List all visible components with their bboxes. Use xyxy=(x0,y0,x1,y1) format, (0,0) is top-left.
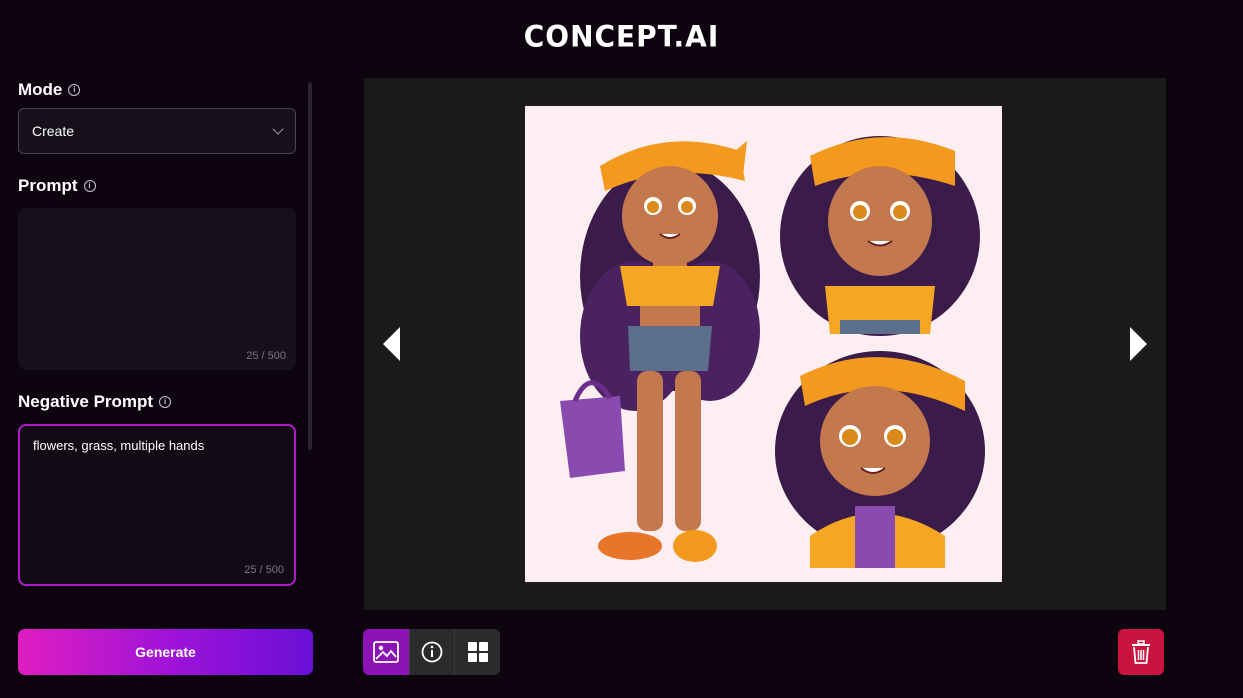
image-viewer xyxy=(364,78,1166,610)
mode-info-icon[interactable]: i xyxy=(68,84,81,96)
info-icon xyxy=(421,641,443,663)
image-icon xyxy=(372,641,399,663)
negative-prompt-char-counter: 25 / 500 xyxy=(244,564,284,576)
character-sheet-illustration xyxy=(560,136,985,568)
delete-button[interactable] xyxy=(1118,629,1164,675)
trash-icon xyxy=(1132,640,1150,664)
negative-prompt-label: Negative Prompt xyxy=(18,392,154,411)
image-view-button[interactable] xyxy=(363,629,409,675)
generate-button[interactable]: Generate xyxy=(18,629,313,675)
negative-prompt-textarea[interactable]: flowers, grass, multiple hands 25 / 500 xyxy=(18,424,296,586)
arrow-right-icon xyxy=(1130,327,1147,361)
prompt-info-icon[interactable]: i xyxy=(83,180,96,192)
prompt-char-counter: 25 / 500 xyxy=(246,350,286,362)
sidebar-scrollbar[interactable] xyxy=(308,82,312,450)
previous-image-button[interactable] xyxy=(378,326,406,362)
mode-label-row: Mode i xyxy=(18,78,298,102)
view-toolbar xyxy=(363,629,500,675)
mode-select[interactable]: Create xyxy=(18,108,296,154)
prompt-textarea[interactable]: 25 / 500 xyxy=(18,208,296,370)
sidebar: Mode i Create Prompt i 25 / 500 Negative… xyxy=(18,78,298,586)
negative-prompt-info-icon[interactable]: i xyxy=(159,396,172,408)
negative-prompt-text: flowers, grass, multiple hands xyxy=(33,438,205,453)
negative-prompt-label-row: Negative Prompt i xyxy=(18,390,298,414)
mode-label: Mode xyxy=(18,80,63,99)
grid-view-button[interactable] xyxy=(454,629,500,675)
next-image-button[interactable] xyxy=(1124,326,1152,362)
prompt-label: Prompt xyxy=(18,176,78,195)
generated-image[interactable] xyxy=(525,106,1002,582)
mode-select-value: Create xyxy=(32,123,75,139)
grid-icon xyxy=(467,642,488,662)
chevron-down-icon xyxy=(272,123,284,135)
portrait-top xyxy=(780,136,980,336)
prompt-label-row: Prompt i xyxy=(18,174,298,198)
info-view-button[interactable] xyxy=(408,629,455,675)
arrow-left-icon xyxy=(383,327,400,361)
full-body-figure xyxy=(560,141,760,562)
app-logo: CONCEPT.AI xyxy=(523,19,720,54)
portrait-bottom xyxy=(775,351,985,568)
